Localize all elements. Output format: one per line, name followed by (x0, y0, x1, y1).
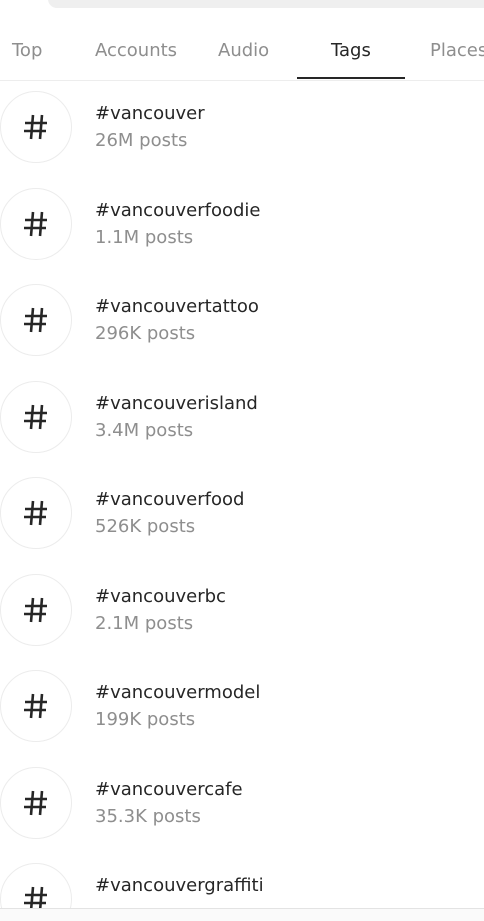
tag-result-row[interactable]: #vancouver 26M posts (0, 81, 484, 178)
tag-result-row[interactable]: #vancouverbc 2.1M posts (0, 564, 484, 661)
tag-post-count: 26M posts (95, 130, 188, 151)
tag-post-count: 199K posts (95, 709, 196, 730)
tag-post-count: 526K posts (95, 516, 196, 537)
tag-result-row[interactable]: #vancouverfoodie 1.1M posts (0, 178, 484, 275)
tag-name: #vancouverfood (95, 489, 245, 510)
tag-post-count: 1.1M posts (95, 226, 194, 248)
tag-name: #vancouverbc (95, 585, 226, 607)
search-bar[interactable] (48, 0, 484, 8)
tag-result-row[interactable]: #vancouverisland 3.4M posts (0, 371, 484, 468)
tag-search-screen: Top Accounts Audio Tags Places #vancouve… (0, 0, 484, 921)
tag-post-count: 296K posts (95, 323, 196, 344)
tag-name: #vancouvergraffiti (95, 875, 264, 896)
tag-result-row[interactable]: #vancouvertattoo 296K posts (0, 274, 484, 371)
tag-name: #vancouverisland (95, 392, 258, 414)
hashtag-icon (0, 766, 72, 839)
tab-audio[interactable]: Audio (218, 40, 269, 61)
bottom-nav-edge (0, 909, 484, 921)
tag-result-row[interactable]: #vancouverfood 526K posts (0, 467, 484, 564)
tab-accounts[interactable]: Accounts (95, 40, 177, 61)
tag-name: #vancouvercafe (95, 778, 243, 800)
tab-tags[interactable]: Tags (331, 40, 371, 61)
hashtag-icon (0, 284, 72, 356)
tag-name: #vancouvertattoo (95, 296, 259, 317)
tab-top[interactable]: Top (12, 40, 42, 61)
tag-post-count: 35.3K posts (95, 805, 201, 827)
tag-name: #vancouverfoodie (95, 199, 261, 221)
hashtag-icon (0, 477, 72, 549)
hashtag-icon (0, 573, 72, 646)
tab-places[interactable]: Places (430, 40, 484, 61)
tag-name: #vancouver (95, 103, 205, 124)
search-tabs: Top Accounts Audio Tags Places (0, 28, 484, 80)
active-tab-indicator (297, 77, 405, 79)
hashtag-icon (0, 187, 72, 260)
tag-post-count: 2.1M posts (95, 612, 194, 634)
tag-result-row[interactable]: #vancouvercafe 35.3K posts (0, 757, 484, 854)
tag-result-row[interactable]: #vancouvermodel 199K posts (0, 660, 484, 757)
tag-name: #vancouvermodel (95, 682, 261, 703)
hashtag-icon (0, 670, 72, 742)
hashtag-icon (0, 380, 72, 453)
tag-post-count: 3.4M posts (95, 419, 194, 441)
hashtag-icon (0, 91, 72, 163)
